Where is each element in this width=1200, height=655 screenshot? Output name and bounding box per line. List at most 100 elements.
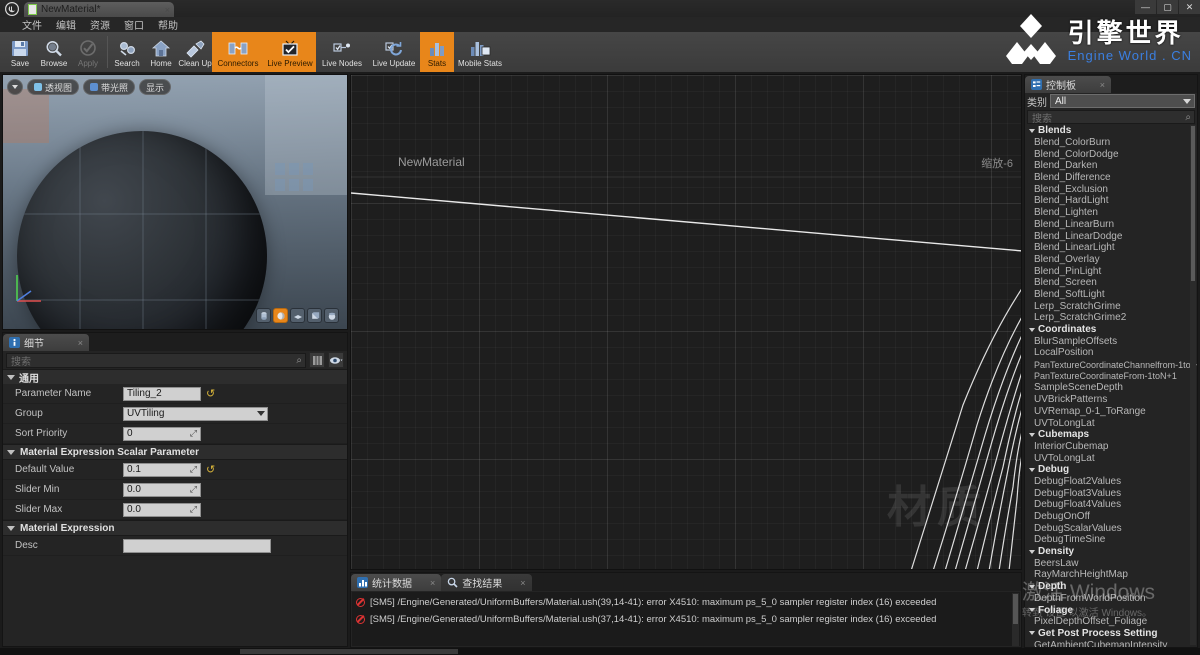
palette-item[interactable]: Blend_ColorDodge <box>1025 148 1197 160</box>
palette-item[interactable]: Blend_LinearLight <box>1025 242 1197 254</box>
menu-item-help[interactable]: 帮助 <box>158 17 178 32</box>
reset-icon[interactable]: ↺ <box>206 387 215 400</box>
palette-item[interactable]: Blend_SoftLight <box>1025 289 1197 301</box>
details-input-slider-max[interactable]: 0.0 ⤢ <box>123 502 201 517</box>
palette-item[interactable]: Blend_Overlay <box>1025 254 1197 266</box>
compiler-error-list[interactable]: [SM5] /Engine/Generated/UniformBuffers/M… <box>352 592 1020 646</box>
palette-group-debug[interactable]: Debug <box>1025 464 1197 476</box>
tab-stats-close-icon[interactable]: × <box>416 578 435 588</box>
viewport-show-button[interactable]: 显示 <box>139 79 172 95</box>
tab-details-close-icon[interactable]: × <box>64 338 83 348</box>
palette-group-cubemaps[interactable]: Cubemaps <box>1025 429 1197 441</box>
palette-item[interactable]: DebugScalarValues <box>1025 522 1197 534</box>
tab-palette[interactable]: 控制板 × <box>1025 76 1111 93</box>
toolbar-button-home[interactable]: Home <box>144 32 178 72</box>
maximize-button[interactable]: ▢ <box>1157 0 1178 14</box>
details-search-input[interactable]: 搜索 ⌕ <box>6 352 306 368</box>
details-input-slider-min[interactable]: 0.0 ⤢ <box>123 482 201 497</box>
details-input-parameter-name[interactable]: Tiling_2 <box>123 386 201 401</box>
toolbar-button-live-nodes[interactable]: Live Nodes <box>316 32 368 72</box>
palette-item[interactable]: PanTextureCoordinateFrom-1toN+1 <box>1025 370 1197 382</box>
details-input-desc[interactable] <box>123 538 271 553</box>
palette-item[interactable]: DebugFloat4Values <box>1025 499 1197 511</box>
toolbar-button-cleanup[interactable]: Clean Up <box>178 32 212 72</box>
menu-item-window[interactable]: 窗口 <box>124 17 144 32</box>
palette-item[interactable]: SampleSceneDepth <box>1025 382 1197 394</box>
menu-item-asset[interactable]: 资源 <box>90 17 110 32</box>
details-input-default-value[interactable]: 0.1 ⤢ <box>123 462 201 477</box>
shape-button-cylinder[interactable] <box>256 308 271 323</box>
tab-details[interactable]: 细节 × <box>3 334 89 351</box>
reset-icon[interactable]: ↺ <box>206 463 215 476</box>
details-select-group[interactable]: UVTiling <box>123 406 268 421</box>
palette-item[interactable]: Blend_HardLight <box>1025 195 1197 207</box>
palette-item[interactable]: PanTextureCoordinateChannelfrom-1ton+1 <box>1025 359 1197 371</box>
material-graph-editor[interactable]: NewMaterial 缩放-6 材质 <box>350 74 1022 570</box>
toolbar-button-mobile-stats[interactable]: Mobile Stats <box>454 32 506 72</box>
toolbar-button-search[interactable]: Search <box>110 32 144 72</box>
shape-button-plane[interactable] <box>290 308 305 323</box>
palette-item[interactable]: BlurSampleOffsets <box>1025 335 1197 347</box>
palette-item[interactable]: Lerp_ScratchGrime2 <box>1025 312 1197 324</box>
palette-item[interactable]: BeersLaw <box>1025 557 1197 569</box>
palette-item[interactable]: Blend_LinearBurn <box>1025 219 1197 231</box>
toolbar-button-stats[interactable]: Stats <box>420 32 454 72</box>
palette-search-input[interactable]: 搜索 ⌕ <box>1027 110 1195 125</box>
shape-button-cube[interactable] <box>307 308 322 323</box>
palette-item[interactable]: GetAmbientCubemapIntensity <box>1025 639 1197 647</box>
document-tab-newmaterial[interactable]: NewMaterial* × <box>24 2 174 17</box>
palette-item[interactable]: InteriorCubemap <box>1025 441 1197 453</box>
palette-item[interactable]: DepthFromWorldPosition <box>1025 593 1197 605</box>
document-tab-close-icon[interactable]: × <box>153 5 170 15</box>
palette-item[interactable]: PixelDepthOffset_Foliage <box>1025 616 1197 628</box>
palette-item[interactable]: Blend_Lighten <box>1025 207 1197 219</box>
palette-item[interactable]: DebugFloat2Values <box>1025 476 1197 488</box>
shape-button-custom[interactable] <box>324 308 339 323</box>
palette-item[interactable]: UVBrickPatterns <box>1025 394 1197 406</box>
palette-item[interactable]: Blend_Darken <box>1025 160 1197 172</box>
palette-item[interactable]: Blend_LinearDodge <box>1025 230 1197 242</box>
palette-item[interactable]: Blend_Difference <box>1025 172 1197 184</box>
toolbar-button-connectors[interactable]: Connectors <box>212 32 264 72</box>
palette-item[interactable]: UVRemap_0-1_ToRange <box>1025 406 1197 418</box>
viewport-view-mode-button[interactable]: 透视图 <box>27 79 80 95</box>
tab-palette-close-icon[interactable]: × <box>1086 80 1105 90</box>
palette-item[interactable]: Lerp_ScratchGrime <box>1025 300 1197 312</box>
palette-item[interactable]: UVToLongLat <box>1025 452 1197 464</box>
palette-item[interactable]: DebugFloat3Values <box>1025 487 1197 499</box>
palette-group-post-process[interactable]: Get Post Process Setting <box>1025 628 1197 640</box>
palette-scrollbar[interactable] <box>1190 125 1196 645</box>
viewport-options-button[interactable] <box>7 79 23 95</box>
material-preview-viewport[interactable]: 透视图 带光照 显示 <box>2 74 348 330</box>
taskbar-item[interactable] <box>240 649 458 654</box>
menu-item-file[interactable]: 文件 <box>22 17 42 32</box>
toolbar-button-browse[interactable]: Browse <box>37 32 71 72</box>
palette-item[interactable]: LocalPosition <box>1025 347 1197 359</box>
palette-item[interactable]: RayMarchHeightMap <box>1025 569 1197 581</box>
tab-find-results-close-icon[interactable]: × <box>506 578 525 588</box>
palette-group-density[interactable]: Density <box>1025 546 1197 558</box>
palette-item[interactable]: UVToLongLat <box>1025 417 1197 429</box>
details-section-general-header[interactable]: 通用 <box>3 369 347 385</box>
shape-button-sphere[interactable] <box>273 308 288 323</box>
minimize-button[interactable]: — <box>1135 0 1156 14</box>
error-row[interactable]: [SM5] /Engine/Generated/UniformBuffers/M… <box>352 596 1020 609</box>
spinner-icon[interactable]: ⤢ <box>190 484 197 495</box>
output-scrollbar[interactable] <box>1012 593 1019 646</box>
toolbar-button-apply[interactable]: Apply <box>71 32 105 72</box>
spinner-icon[interactable]: ⤢ <box>190 464 197 475</box>
palette-node-list[interactable]: Blends Blend_ColorBurn Blend_ColorDodge … <box>1025 125 1197 647</box>
spinner-icon[interactable]: ⤢ <box>190 428 197 439</box>
error-row[interactable]: [SM5] /Engine/Generated/UniformBuffers/M… <box>352 613 1020 626</box>
palette-item[interactable]: Blend_Screen <box>1025 277 1197 289</box>
palette-category-select[interactable]: All <box>1050 94 1195 108</box>
details-section-material-expression-header[interactable]: Material Expression <box>3 520 347 536</box>
details-grid-view-button[interactable] <box>309 352 325 368</box>
tab-stats[interactable]: 统计数据 × <box>351 574 442 591</box>
palette-item[interactable]: DebugTimeSine <box>1025 534 1197 546</box>
palette-item[interactable]: DebugOnOff <box>1025 511 1197 523</box>
tab-find-results[interactable]: 查找结果 × <box>441 574 532 591</box>
palette-group-blends[interactable]: Blends <box>1025 125 1197 137</box>
palette-item[interactable]: Blend_ColorBurn <box>1025 137 1197 149</box>
viewport-lighting-button[interactable]: 带光照 <box>83 79 136 95</box>
